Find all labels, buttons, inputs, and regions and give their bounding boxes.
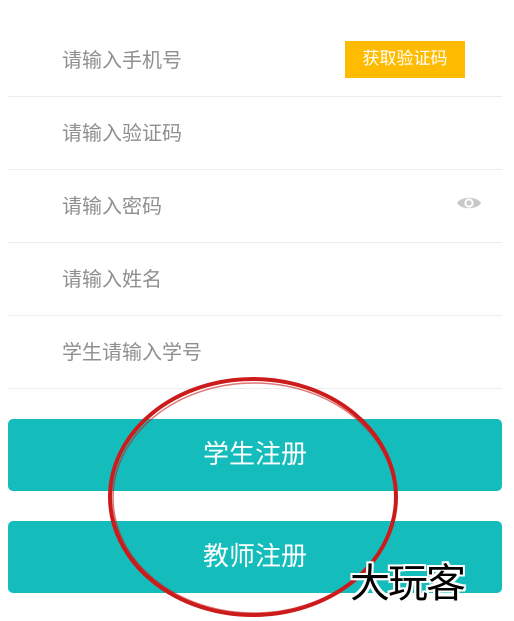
student-id-row	[8, 316, 502, 389]
student-id-input[interactable]	[62, 338, 382, 366]
verification-code-input[interactable]	[62, 119, 382, 147]
phone-input[interactable]	[62, 46, 382, 74]
register-form: 获取验证码	[8, 0, 502, 389]
name-input[interactable]	[62, 265, 382, 293]
password-input[interactable]	[62, 192, 382, 220]
name-row	[8, 243, 502, 316]
code-row	[8, 97, 502, 170]
phone-row: 获取验证码	[8, 0, 502, 97]
password-row	[8, 170, 502, 243]
get-code-button[interactable]: 获取验证码	[345, 41, 465, 78]
eye-icon[interactable]	[456, 194, 482, 212]
watermark-logo: 大玩客	[350, 561, 466, 607]
student-register-button[interactable]: 学生注册	[8, 419, 502, 491]
